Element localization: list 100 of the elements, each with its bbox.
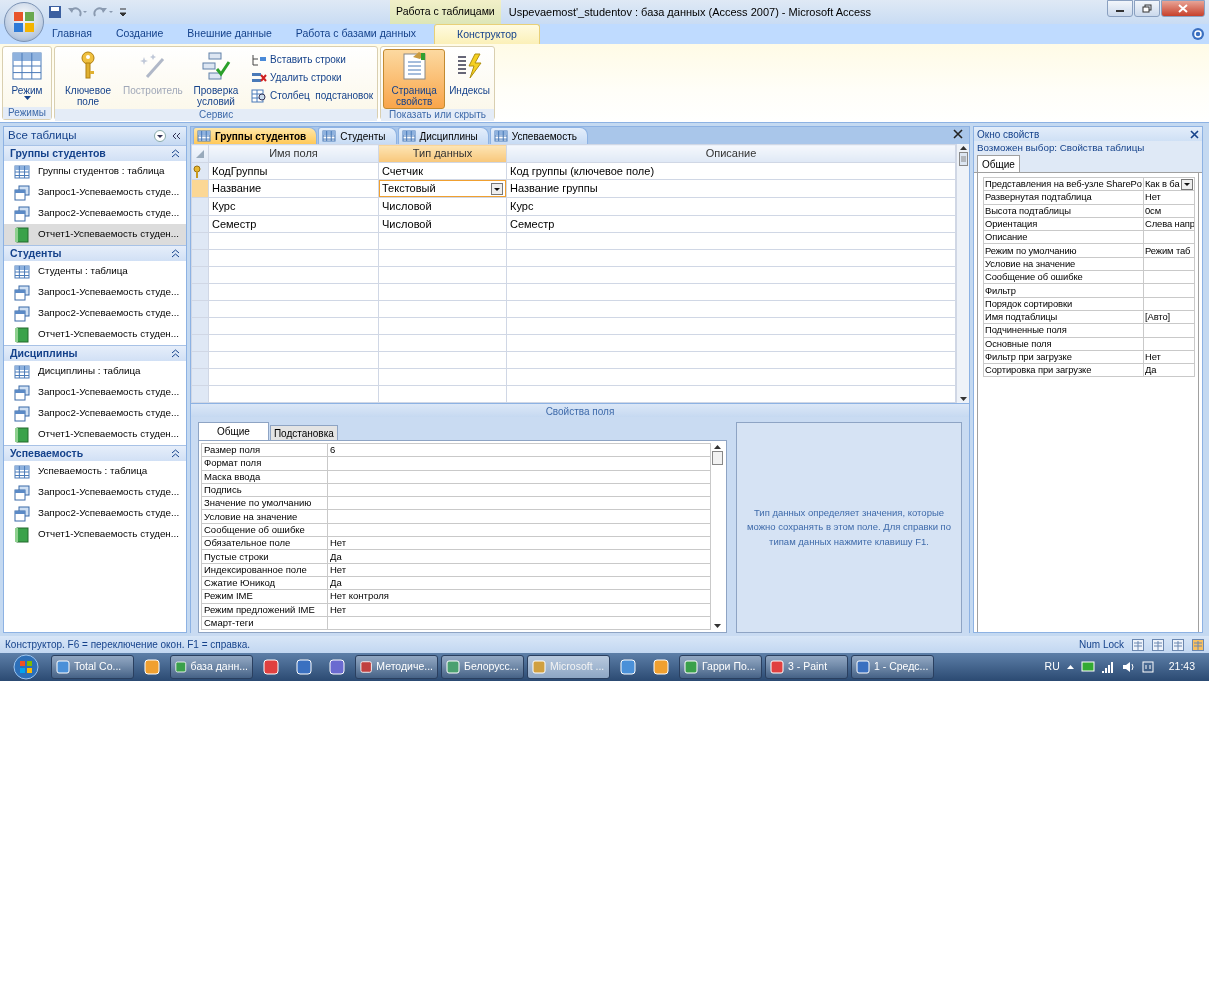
nav-item[interactable]: Отчет1-Успеваемость студен... [4,224,186,245]
app-icon[interactable] [620,659,636,675]
column-header[interactable]: Тип данных [378,144,507,162]
column-header[interactable]: Имя поля [208,144,379,162]
taskbar-button[interactable]: Белорусс... [441,655,524,679]
query-icon [14,505,30,522]
property-tab[interactable]: Общие [198,422,269,440]
scrollbar[interactable] [956,144,969,403]
property-value[interactable]: Да [327,549,711,564]
nav-group-header[interactable]: Успеваемость [4,445,186,461]
table-cell: КодГруппы [208,162,379,180]
taskbar-button[interactable]: Гарри По... [679,655,762,679]
property-value[interactable]: Да [1143,363,1195,377]
signal-icon[interactable] [1100,660,1115,674]
volume-icon[interactable] [1120,660,1135,674]
property-label: Порядок сортировки [983,297,1144,311]
document-tab[interactable]: Студенты [318,127,397,144]
ribbon-button[interactable]: Ключевое поле [57,49,119,109]
app-icon[interactable] [653,659,669,675]
ribbon-button[interactable]: Вставить строки [249,51,376,68]
property-label: Имя подтаблицы [983,310,1144,324]
property-value[interactable]: Нет [327,536,711,550]
property-tab[interactable]: Подстановка [269,425,338,440]
ribbon-tab[interactable]: Конструктор [434,24,540,44]
app-icon[interactable] [296,659,312,675]
design-view-icon[interactable] [1192,638,1204,651]
collapse-icon[interactable] [170,130,182,142]
property-value[interactable]: Нет [1143,350,1195,364]
query-icon [14,205,30,222]
report-icon [14,326,30,343]
app-icon [856,660,870,674]
ribbon-button[interactable]: Индексы [447,49,492,109]
document-tab[interactable]: Группы студентов [193,127,318,144]
taskbar-button[interactable]: 3 - Paint [765,655,848,679]
property-value[interactable]: 6 [327,443,711,457]
chart-view-icon[interactable] [1172,638,1184,651]
taskbar-button[interactable]: Методиче... [355,655,438,679]
app-icon [175,660,187,674]
nav-group-header[interactable]: Группы студентов [4,145,186,161]
ribbon-button[interactable]: Страница свойств [383,49,446,109]
group-title: Успеваемость [10,445,84,461]
document-tab[interactable]: Дисциплины [397,127,489,144]
ribbon-tab[interactable]: Внешние данные [175,24,284,44]
taskbar-button[interactable]: база данн... [170,655,253,679]
datasheet-view-icon[interactable] [1132,638,1144,651]
section-title: Свойства поля [191,404,969,417]
property-value[interactable]: Нет [1143,190,1195,205]
ribbon-tab[interactable]: Работа с базами данных [283,24,428,44]
save-icon[interactable] [48,5,62,19]
nav-group-header[interactable]: Студенты [4,245,186,261]
ribbon-button[interactable]: Удалить строки [249,69,376,86]
app-icon[interactable] [144,659,160,675]
minimize-button[interactable] [1107,0,1133,17]
clock[interactable]: 21:43 [1168,659,1195,675]
property-tab[interactable]: Общие [977,155,1020,172]
ribbon-button[interactable]: Проверка условий [185,49,247,109]
property-value[interactable]: Режим таб [1143,244,1195,258]
language-indicator[interactable]: RU [1044,659,1060,675]
ribbon-tab[interactable]: Главная [40,24,104,44]
app-icon[interactable] [263,659,279,675]
data-type-dropdown[interactable]: Текстовый [379,180,506,197]
ribbon-button[interactable]: Режим [5,49,49,107]
property-label: Ориентация [983,217,1144,231]
battery-icon[interactable] [1080,660,1095,674]
property-dropdown[interactable]: Как в ба [1145,178,1193,190]
select-all-icon[interactable] [195,149,205,160]
nav-pane-header[interactable]: Все таблицы [4,127,186,145]
property-value[interactable]: Слева напр [1143,217,1195,231]
property-value[interactable]: [Авто] [1143,310,1195,324]
property-value[interactable]: Да [327,576,711,590]
show-hidden-icons-icon[interactable] [1065,663,1075,671]
collapse-icon [171,149,180,158]
restore-button[interactable] [1134,0,1160,17]
ribbon-tab[interactable]: Создание [103,24,176,44]
property-label: Значение по умолчанию [201,496,328,510]
property-label: Фильтр [983,283,1144,298]
property-value[interactable]: Нет [327,563,711,577]
close-icon[interactable] [953,128,963,139]
close-icon[interactable] [1190,129,1199,139]
property-value[interactable]: Нет [327,603,711,617]
nav-group-header[interactable]: Дисциплины [4,345,186,361]
scrollbar[interactable] [711,443,724,631]
close-button[interactable] [1161,0,1205,17]
selection-label: Возможен выбор: Свойства таблицы [977,142,1145,153]
app-icon[interactable] [329,659,345,675]
close-icon [1178,4,1188,13]
ribbon-button[interactable]: Столбец подстановок [249,87,376,104]
power-icon[interactable] [1140,660,1155,674]
taskbar-button[interactable]: Total Co... [51,655,134,679]
property-value[interactable]: Нет контроля [327,589,711,604]
property-value[interactable]: 0см [1143,204,1195,218]
nav-pane-title: Все таблицы [8,128,78,144]
help-text: Тип данных определяет значения, которые можно сохранять в этом поле. Для справки по типам данных нажмите клавишу F1. [745,506,953,549]
taskbar-button[interactable]: 1 - Средс... [851,655,934,679]
column-header[interactable]: Описание [506,144,956,162]
help-icon[interactable] [1191,27,1205,41]
customize-dropdown-icon[interactable] [118,5,128,19]
dropdown-icon[interactable] [154,130,166,142]
document-tab[interactable]: Успеваемость [489,127,588,144]
pivot-view-icon[interactable] [1152,638,1164,651]
